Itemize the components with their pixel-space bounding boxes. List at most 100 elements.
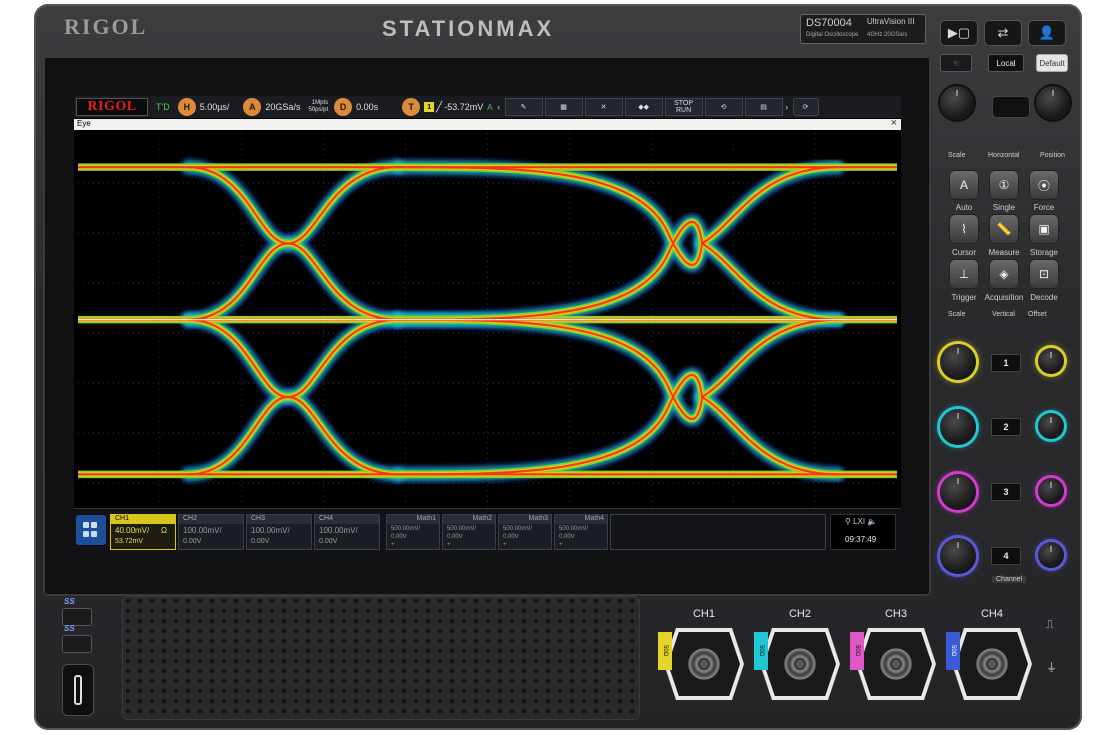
refresh-tool[interactable]: ⟳ — [792, 98, 819, 116]
touch-lock-button[interactable]: ☜ — [940, 54, 972, 72]
ch2-offset-knob[interactable] — [1038, 413, 1064, 439]
delay-value[interactable]: 0.00s — [356, 102, 378, 112]
screen-logo[interactable]: RIGOL — [76, 98, 148, 116]
math3-card[interactable]: Math3 500.00mV/ 0.00V + — [498, 514, 552, 550]
user-button[interactable]: 👤 — [1028, 20, 1066, 46]
stop-run-button[interactable]: STOP RUN — [664, 98, 703, 116]
layout-tool[interactable]: ▤ — [744, 98, 783, 116]
position-horizontal-knob[interactable] — [1036, 86, 1070, 120]
measure-button[interactable]: 📏 — [989, 214, 1019, 244]
memory-info[interactable]: 1Mpts 50ps/pt — [308, 100, 328, 114]
screen-toggle-button[interactable]: ▶▢ — [940, 20, 978, 46]
ch4-bnc-input[interactable]: 50Ω — [946, 628, 1032, 700]
cursor-button[interactable]: ⌇ — [949, 214, 979, 244]
close-icon[interactable]: × — [891, 117, 897, 129]
empty-slot — [610, 514, 826, 550]
series-logo: STATIONMAX — [382, 16, 555, 41]
ch1-card[interactable]: CH1 40.00mV/ Ω 53.72mV — [110, 514, 176, 550]
ch1-offset-knob[interactable] — [1038, 348, 1064, 374]
math3-offset: 0.00V — [503, 534, 519, 540]
zoom-button[interactable] — [992, 96, 1030, 118]
timebase-value[interactable]: 5.00µs/ — [200, 102, 230, 112]
model-tech: UltraVision III — [867, 17, 915, 26]
trigger-badge[interactable]: T — [402, 98, 421, 116]
model-spec: 4GHz 20GSa/s — [867, 32, 908, 38]
auto-button[interactable]: A — [949, 170, 979, 200]
eye-icon: ✕ — [600, 103, 607, 111]
default-button[interactable]: Default — [1036, 54, 1068, 72]
math4-card[interactable]: Math4 500.00mV/ 0.00V + — [554, 514, 608, 550]
vertical-scale-label: Scale — [948, 311, 966, 318]
ch2-scale-knob[interactable] — [940, 409, 976, 445]
trigger-level[interactable]: -53.72mV — [444, 102, 483, 112]
math2-card[interactable]: Math2 500.00mV/ 0.00V + — [442, 514, 496, 550]
auto-icon: A — [959, 178, 968, 192]
eye-trace — [397, 374, 703, 476]
touch-screen[interactable]: RIGOL T'D H 5.00µs/ A 20GSa/s 1Mpts 50ps… — [74, 96, 901, 556]
ch3-offset-knob[interactable] — [1038, 478, 1064, 504]
scale-horizontal-knob[interactable] — [940, 86, 974, 120]
trigger-button[interactable]: ⊥ — [949, 259, 979, 289]
ch3-impedance-tag: 50Ω — [850, 632, 864, 670]
channel-label: Channel — [992, 576, 1027, 583]
ch3-card[interactable]: CH3 100.00mV/ 0.00V — [246, 514, 312, 550]
horizontal-badge[interactable]: H — [177, 98, 196, 116]
power-icon — [74, 675, 82, 705]
ch4-offset-knob[interactable] — [1038, 542, 1064, 568]
bnc-connector-icon — [688, 648, 720, 680]
ch1-button[interactable]: 1 — [991, 354, 1021, 372]
vertical-label: Vertical — [992, 311, 1015, 318]
ch3-bnc-input[interactable]: 50Ω — [850, 628, 936, 700]
ch1-bnc-input[interactable]: 50Ω — [658, 628, 744, 700]
calculator-icon: ▦ — [560, 103, 567, 111]
ch4-card[interactable]: CH4 100.00mV/ 0.00V — [314, 514, 380, 550]
usb-port-2[interactable] — [62, 635, 92, 653]
math1-extra: + — [391, 542, 395, 548]
ch4-button[interactable]: 4 — [991, 547, 1021, 565]
sample-rate[interactable]: 20GSa/s — [265, 102, 300, 112]
math1-header: Math1 — [387, 515, 439, 524]
storage-button[interactable]: ▣ — [1029, 214, 1059, 244]
local-button[interactable]: Local — [988, 54, 1024, 72]
delay-badge[interactable]: D — [334, 98, 353, 116]
math4-header: Math4 — [555, 515, 607, 524]
power-button[interactable] — [62, 664, 94, 716]
calculator-tool[interactable]: ▦ — [544, 98, 583, 116]
history-tool[interactable]: ⟲ — [704, 98, 743, 116]
display-bezel: RIGOL T'D H 5.00µs/ A 20GSa/s 1Mpts 50ps… — [43, 56, 931, 596]
ch1-scale-knob[interactable] — [940, 344, 976, 380]
status-clock[interactable]: ⚲ LXI 🔈 09:37:49 — [830, 514, 896, 550]
measure-tool[interactable]: ✎ — [504, 98, 543, 116]
ch3-scale: 100.00mV/ — [251, 526, 290, 535]
right-arrow-icon[interactable]: › — [783, 98, 791, 116]
math1-card[interactable]: Math1 500.00mV/ 0.00V + — [386, 514, 440, 550]
history-icon: ⟲ — [720, 103, 727, 111]
ch2-bnc-input[interactable]: 50Ω — [754, 628, 840, 700]
usb-icon: ⚲ — [845, 517, 854, 526]
acquire-badge[interactable]: A — [243, 98, 262, 116]
decode-button[interactable]: ⊡ — [1029, 259, 1059, 289]
swap-button[interactable]: ⇄ — [984, 20, 1022, 46]
acquisition-button[interactable]: ◈ — [989, 259, 1019, 289]
ch2-input-label: CH2 — [788, 608, 811, 620]
home-menu-button[interactable] — [76, 515, 106, 545]
run-state: T'D — [156, 102, 170, 112]
force-button[interactable]: ⦿ — [1029, 170, 1059, 200]
eye-trace — [397, 318, 703, 420]
eye-tool[interactable]: ✕ — [584, 98, 623, 116]
ch4-scale-knob[interactable] — [940, 538, 976, 574]
ch2-header: CH2 — [179, 515, 243, 524]
pair-tool[interactable]: ◆◆ — [624, 98, 663, 116]
eye-trace — [696, 161, 844, 250]
single-button[interactable]: ① — [989, 170, 1019, 200]
ch3-scale-knob[interactable] — [940, 474, 976, 510]
ch3-button[interactable]: 3 — [991, 483, 1021, 501]
ch2-button[interactable]: 2 — [991, 418, 1021, 436]
eye-diagram[interactable] — [78, 133, 897, 533]
math2-header: Math2 — [443, 515, 495, 524]
eye-trace — [187, 166, 399, 321]
ch2-card[interactable]: CH2 100.00mV/ 0.00V — [178, 514, 244, 550]
ch4-header: CH4 — [315, 515, 379, 524]
ch4-input-label: CH4 — [980, 608, 1003, 620]
left-arrow-icon[interactable]: ‹ — [495, 98, 503, 116]
